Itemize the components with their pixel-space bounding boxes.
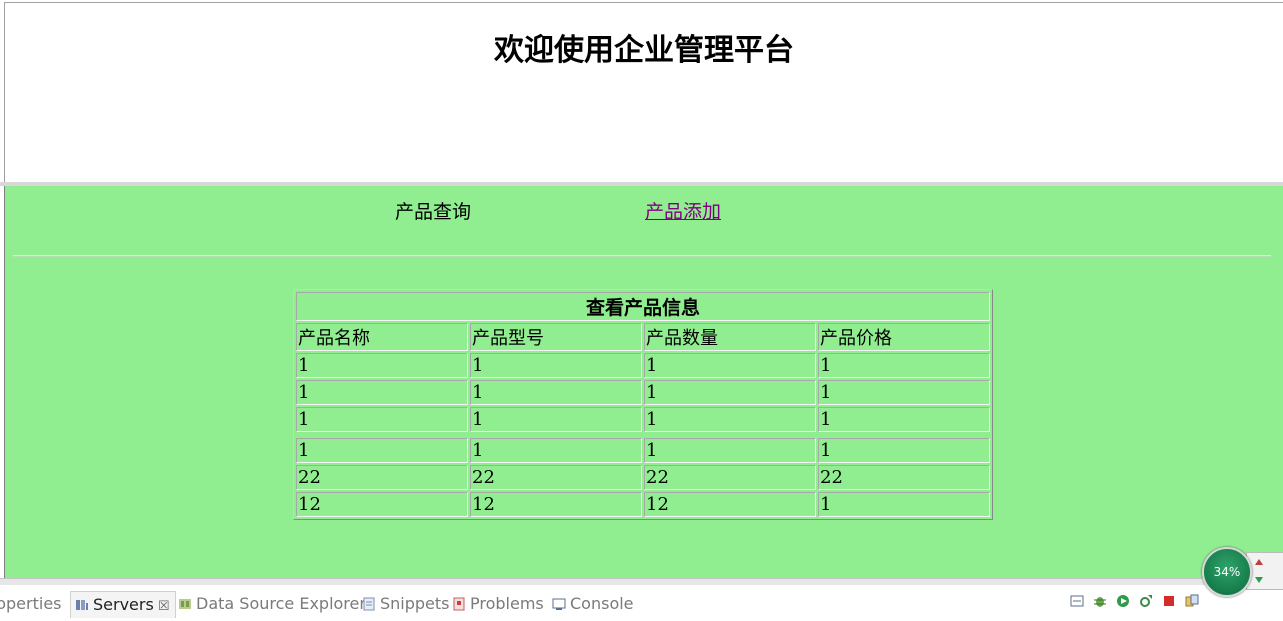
tab-snippets-label: Snippets bbox=[380, 594, 450, 613]
cell-quantity: 1 bbox=[644, 407, 816, 432]
tab-servers[interactable]: Servers ☒ bbox=[70, 591, 177, 618]
table-row: 1 1 1 1 bbox=[296, 353, 990, 378]
table-row: 22 22 22 22 bbox=[296, 465, 990, 490]
column-header-model: 产品型号 bbox=[470, 323, 642, 351]
panel-sash[interactable] bbox=[0, 578, 1283, 585]
memory-gauge[interactable]: 34% bbox=[1202, 547, 1252, 597]
tab-properties[interactable]: roperties bbox=[0, 591, 62, 617]
cell-model: 1 bbox=[470, 438, 642, 463]
column-header-quantity: 产品数量 bbox=[644, 323, 816, 351]
cell-price: 1 bbox=[818, 353, 990, 378]
horizontal-rule bbox=[13, 255, 1271, 257]
product-add-link[interactable]: 产品添加 bbox=[645, 197, 721, 224]
cell-name: 1 bbox=[296, 380, 468, 405]
cell-model: 22 bbox=[470, 465, 642, 490]
servers-icon bbox=[76, 600, 88, 610]
close-icon[interactable]: ☒ bbox=[158, 599, 170, 614]
tab-problems[interactable]: Problems bbox=[452, 591, 544, 617]
content-frame: 产品查询 产品添加 查看产品信息 产品名称 产品型号 产品数量 产品价格 1 1… bbox=[4, 186, 1283, 578]
page-title: 欢迎使用企业管理平台 bbox=[494, 33, 794, 68]
product-table: 查看产品信息 产品名称 产品型号 产品数量 产品价格 1 1 1 1 1 1 1… bbox=[293, 289, 993, 520]
cell-quantity: 22 bbox=[644, 465, 816, 490]
tab-servers-label: Servers bbox=[93, 595, 154, 614]
tab-console-label: Console bbox=[570, 594, 634, 613]
table-row: 12 12 12 1 bbox=[296, 492, 990, 517]
table-row: 1 1 1 1 bbox=[296, 380, 990, 405]
snippets-icon bbox=[363, 597, 375, 611]
tab-snippets[interactable]: Snippets bbox=[362, 591, 450, 617]
tab-console[interactable]: Console bbox=[552, 591, 634, 617]
memory-arrows-icon bbox=[1255, 559, 1263, 583]
cell-price: 1 bbox=[818, 438, 990, 463]
cell-price: 22 bbox=[818, 465, 990, 490]
start-server-icon[interactable] bbox=[1116, 594, 1130, 608]
database-icon bbox=[179, 599, 191, 609]
cell-model: 1 bbox=[470, 407, 642, 432]
column-header-price: 产品价格 bbox=[818, 323, 990, 351]
problems-icon bbox=[453, 597, 465, 611]
table-caption: 查看产品信息 bbox=[296, 292, 990, 321]
product-query-label: 产品查询 bbox=[395, 201, 472, 223]
cell-model: 1 bbox=[470, 380, 642, 405]
minimize-view-icon[interactable] bbox=[1070, 594, 1084, 608]
tab-data-source-explorer[interactable]: Data Source Explorer bbox=[178, 591, 366, 617]
cell-name: 12 bbox=[296, 492, 468, 517]
cell-name: 22 bbox=[296, 465, 468, 490]
cell-name: 1 bbox=[296, 353, 468, 378]
cell-quantity: 1 bbox=[644, 438, 816, 463]
ide-bottom-panel: roperties Servers☒ Data Source Explorer … bbox=[0, 585, 1283, 621]
spacer-cell bbox=[470, 434, 642, 436]
publish-icon[interactable] bbox=[1185, 594, 1199, 608]
tab-properties-label: roperties bbox=[0, 594, 62, 613]
spacer-cell bbox=[296, 434, 468, 436]
profile-icon[interactable] bbox=[1139, 594, 1153, 608]
cell-name: 1 bbox=[296, 438, 468, 463]
stop-server-icon[interactable] bbox=[1162, 594, 1176, 608]
tab-data-source-explorer-label: Data Source Explorer bbox=[196, 594, 366, 613]
spacer-cell bbox=[818, 434, 990, 436]
cell-quantity: 1 bbox=[644, 353, 816, 378]
cell-price: 1 bbox=[818, 492, 990, 517]
tab-problems-label: Problems bbox=[470, 594, 544, 613]
table-caption-row: 查看产品信息 bbox=[296, 292, 990, 321]
console-icon bbox=[552, 598, 566, 610]
table-spacer-row bbox=[296, 434, 990, 436]
header-frame: 欢迎使用企业管理平台 bbox=[4, 2, 1283, 182]
cell-model: 1 bbox=[470, 353, 642, 378]
cell-price: 1 bbox=[818, 380, 990, 405]
table-row: 1 1 1 1 bbox=[296, 438, 990, 463]
table-row: 1 1 1 1 bbox=[296, 407, 990, 432]
spacer-cell bbox=[644, 434, 816, 436]
table-header-row: 产品名称 产品型号 产品数量 产品价格 bbox=[296, 323, 990, 351]
cell-model: 12 bbox=[470, 492, 642, 517]
cell-quantity: 12 bbox=[644, 492, 816, 517]
debug-icon[interactable] bbox=[1093, 594, 1107, 608]
cell-name: 1 bbox=[296, 407, 468, 432]
cell-price: 1 bbox=[818, 407, 990, 432]
column-header-name: 产品名称 bbox=[296, 323, 468, 351]
cell-quantity: 1 bbox=[644, 380, 816, 405]
